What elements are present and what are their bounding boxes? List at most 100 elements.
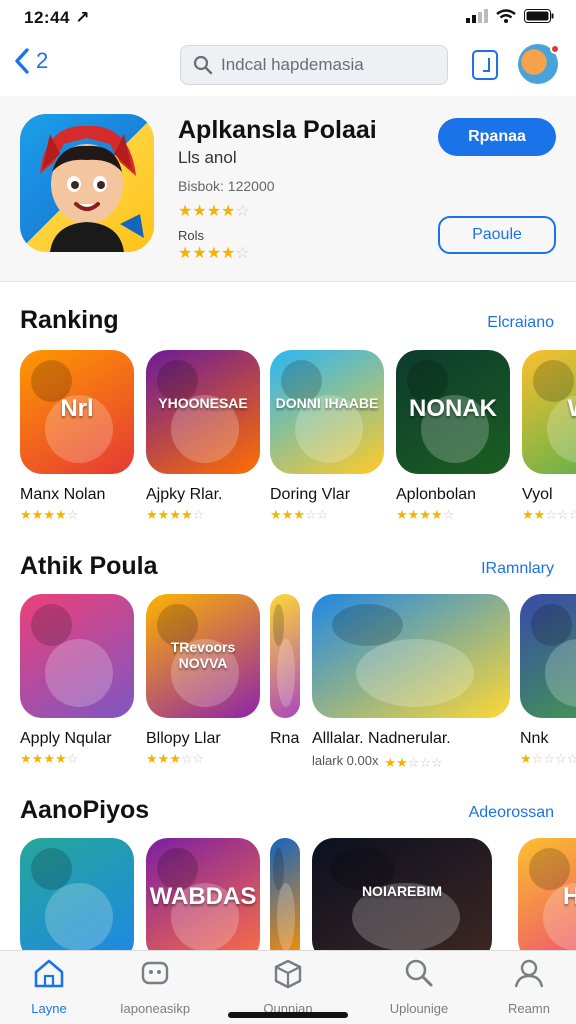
icon-text: HI [563, 882, 576, 910]
app-icon: Nrl [20, 350, 134, 474]
icon-text: DONNI IHAABE [275, 394, 379, 411]
app-card[interactable]: NOIAREBIM [312, 838, 492, 950]
app-name: Nnk [520, 730, 549, 747]
icon-text: WABDAS [149, 882, 257, 910]
app-rating: ★★★★☆ [146, 507, 205, 522]
app-card[interactable]: Rna [270, 594, 300, 748]
app-rating: ★★☆☆☆ [384, 755, 443, 770]
icon-art [276, 638, 295, 707]
app-name: Bllopy Llar [146, 730, 221, 747]
search-icon [364, 957, 474, 993]
back-count: 2 [36, 48, 49, 73]
app-icon: YHOONESAE [146, 350, 260, 474]
battery-icon [524, 9, 554, 23]
section-link-popular[interactable]: IRamnlary [481, 560, 554, 578]
app-icon: TRevoors NOVVA [146, 594, 260, 718]
chevron-left-icon [15, 48, 29, 74]
icon-art [45, 882, 114, 950]
section-title-popular: Athik Poula [20, 552, 158, 580]
section-title-ranking: Ranking [20, 306, 119, 334]
icon-art [331, 603, 404, 647]
app-row-popular: Apply Nqular ★★★★☆ TRevoors NOVVA Bllopy… [20, 594, 576, 794]
app-card[interactable]: Alllalar. Nadnerular. lalark 0.00x ★★☆☆☆ [312, 594, 510, 769]
tab-apps[interactable]: Ounnian [233, 957, 343, 1016]
boy-avatar-icon[interactable] [20, 114, 154, 252]
notification-badge [550, 44, 560, 54]
icon-art [545, 638, 576, 707]
icon-art [276, 882, 295, 950]
calendar-icon[interactable] [472, 50, 498, 80]
app-name: Manx Nolan [20, 486, 106, 503]
app-rating: ★☆☆☆☆ [520, 751, 576, 766]
app-card[interactable]: HI [518, 838, 576, 950]
icon-art [31, 603, 73, 647]
app-icon: NOIAREBIM [312, 838, 492, 950]
app-meta: Bisbok: 122000 [178, 178, 275, 194]
app-card[interactable]: DONNI IHAABE Doring Vlar ★★★☆☆ [270, 350, 384, 521]
tab-home[interactable]: Layne [0, 957, 104, 1016]
tab-search[interactable]: Uplounige [364, 957, 474, 1016]
app-card[interactable]: W Vyol ★★☆☆☆ [522, 350, 576, 521]
app-icon [520, 594, 576, 718]
apps-icon [233, 957, 343, 993]
app-title: Aplkansla Polaai [178, 116, 377, 144]
section-link-recommended[interactable]: Adeorossan [469, 804, 554, 822]
search-input[interactable]: Indcal hapdemasia [180, 45, 448, 85]
app-name: Alllalar. Nadnerular. [312, 730, 451, 747]
app-icon [270, 838, 300, 950]
app-name: Apply Nqular [20, 730, 112, 747]
rating-stars: ★★★★☆ [178, 203, 250, 220]
app-row-recommended: WABDAS NOIAREBIM HI [20, 838, 576, 950]
rating-stars-secondary: ★★★★☆ [178, 245, 250, 262]
app-card[interactable]: Apply Nqular ★★★★☆ [20, 594, 134, 765]
app-rating: ★★★★☆ [20, 751, 79, 766]
app-card[interactable] [270, 838, 300, 950]
app-rating: ★★★☆☆ [270, 507, 329, 522]
app-card[interactable]: TRevoors NOVVA Bllopy Llar ★★★☆☆ [146, 594, 260, 765]
tab-label: Layne [31, 1001, 67, 1016]
app-icon: W [522, 350, 576, 474]
search-placeholder: Indcal hapdemasia [221, 55, 364, 74]
app-rating: ★★★☆☆ [146, 751, 205, 766]
app-icon [312, 594, 510, 718]
tab-label: Reamn [508, 1001, 550, 1016]
status-bar: 12:44 ↗ [0, 0, 576, 36]
back-button[interactable]: 2 [14, 48, 48, 74]
section-title-recommended: AanoPiyos [20, 796, 150, 824]
tab-label: Uplounige [389, 1001, 449, 1016]
section-link-ranking[interactable]: Elcraiano [487, 314, 554, 332]
tab-profile[interactable]: Reamn [474, 957, 576, 1016]
icon-art [273, 603, 284, 647]
app-card[interactable]: WABDAS [146, 838, 260, 950]
app-card[interactable]: YHOONESAE Ajpky Rlar. ★★★★☆ [146, 350, 260, 521]
app-icon [270, 594, 300, 718]
icon-text: NOIAREBIM [361, 882, 443, 899]
featured-app: Aplkansla Polaai Lls anol Bisbok: 122000… [0, 96, 576, 282]
secondary-button[interactable]: Paoule [438, 216, 556, 254]
app-card[interactable]: Nnk ★☆☆☆☆ [520, 594, 576, 765]
icon-art [45, 638, 114, 707]
icon-art [531, 603, 573, 647]
app-row-ranking: Nrl Manx Nolan ★★★★☆ YHOONESAE Ajpky Rla… [20, 350, 576, 550]
tab-games[interactable]: Iaponeasikp [100, 957, 210, 1016]
app-subtitle: Lls anol [178, 148, 237, 167]
app-icon: NONAK [396, 350, 510, 474]
app-card[interactable]: Nrl Manx Nolan ★★★★☆ [20, 350, 134, 521]
home-indicator [228, 1012, 348, 1018]
app-card[interactable]: NONAK Aplonbolan ★★★★☆ [396, 350, 510, 521]
rating-label: Rols [178, 228, 205, 243]
status-icons [466, 9, 554, 23]
app-name: Aplonbolan [396, 486, 477, 503]
app-card[interactable] [20, 838, 134, 950]
avatar[interactable] [518, 44, 560, 84]
icon-text: W [522, 395, 576, 423]
icon-text: YHOONESAE [158, 394, 248, 411]
search-icon [193, 55, 213, 75]
wifi-icon [496, 9, 516, 23]
profile-icon [474, 957, 576, 993]
icon-art [355, 638, 475, 707]
tab-label: Iaponeasikp [119, 1001, 191, 1016]
get-button[interactable]: Rpanaa [438, 118, 556, 156]
app-icon: WABDAS [146, 838, 260, 950]
app-name: Vyol [522, 486, 553, 503]
